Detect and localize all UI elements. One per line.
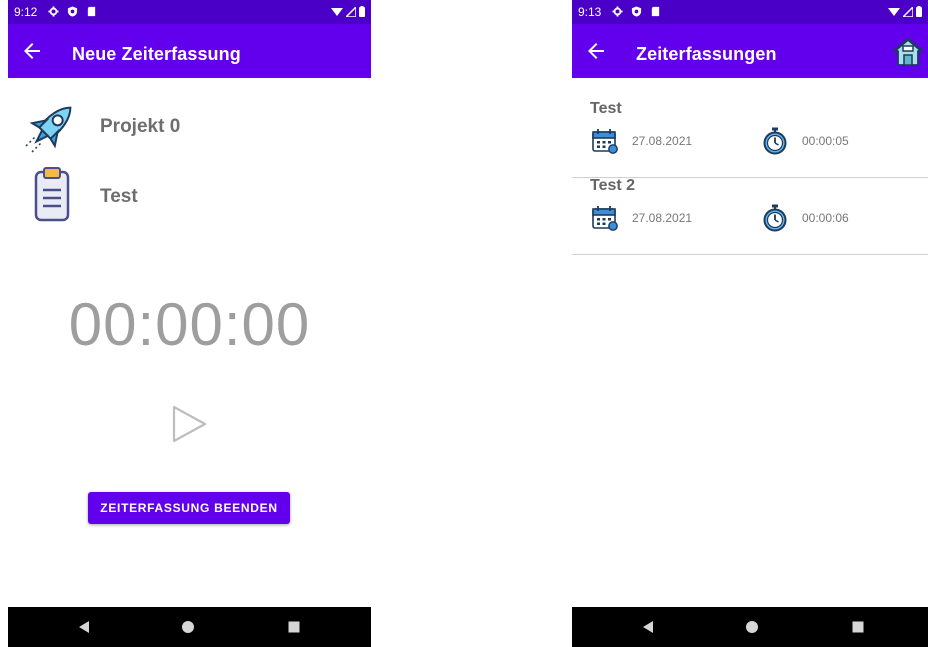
project-label: Projekt 0 (100, 116, 181, 137)
entry-title: Test (590, 100, 622, 117)
entry-title: Test 2 (590, 177, 636, 194)
status-time: 9:12 (14, 5, 38, 19)
sd-card-status-icon (86, 6, 97, 17)
entry-date: 27.08.2021 (632, 211, 693, 225)
rocket-icon (22, 96, 82, 156)
signal-status-icon (901, 5, 914, 20)
nav-back-icon[interactable] (64, 607, 104, 647)
status-bar: 9:12 (8, 0, 371, 24)
play-icon[interactable] (170, 404, 208, 444)
app-bar: Neue Zeiterfassung (8, 24, 371, 78)
end-time-entry-button[interactable]: ZEITERFASSUNG BEENDEN (88, 492, 290, 524)
page-title: Zeiterfassungen (636, 44, 777, 64)
calendar-icon (592, 205, 618, 231)
status-time: 9:13 (578, 5, 602, 19)
nav-recents-icon[interactable] (838, 607, 878, 647)
battery-status-icon (359, 6, 365, 20)
status-bar: 9:13 (572, 0, 928, 24)
settings-status-icon (48, 6, 59, 17)
signal-status-icon (344, 5, 357, 20)
shield-status-icon (631, 6, 642, 17)
nav-home-icon[interactable] (168, 607, 208, 647)
app-bar: Zeiterfassungen (572, 24, 928, 78)
time-entries-screen: 9:13 Zeiterfassungen Test 27.08.2021 00:… (572, 0, 928, 647)
nav-home-icon[interactable] (732, 607, 772, 647)
entry-duration: 00:00:05 (802, 134, 849, 148)
entry-duration: 00:00:06 (802, 211, 849, 225)
home-icon[interactable] (892, 36, 924, 68)
wifi-status-icon (331, 6, 343, 20)
wifi-status-icon (888, 6, 900, 20)
settings-status-icon (612, 6, 623, 17)
nav-back-icon[interactable] (628, 607, 668, 647)
entry-date: 27.08.2021 (632, 134, 693, 148)
shield-status-icon (67, 6, 78, 17)
task-label: Test (100, 186, 138, 207)
stopwatch-icon (762, 204, 788, 232)
sd-card-status-icon (650, 6, 661, 17)
task-row: Test (8, 166, 371, 226)
arrow-left-icon[interactable] (20, 39, 44, 63)
system-nav-bar (572, 607, 928, 647)
stopwatch-icon (762, 127, 788, 155)
list-item[interactable]: Test 27.08.2021 00:00:05 (572, 100, 928, 178)
page-title: Neue Zeiterfassung (72, 44, 241, 64)
arrow-left-icon[interactable] (584, 39, 608, 63)
calendar-icon (592, 128, 618, 154)
clipboard-icon (22, 166, 82, 226)
list-item[interactable]: Test 2 27.08.2021 00:00:06 (572, 177, 928, 255)
battery-status-icon (916, 6, 922, 20)
timer-display: 00:00:00 (68, 291, 311, 358)
project-row: Projekt 0 (8, 96, 371, 156)
system-nav-bar (8, 607, 371, 647)
new-time-entry-screen: 9:12 Neue Zeiterfassung Projekt 0 Test 0… (8, 0, 371, 647)
nav-recents-icon[interactable] (274, 607, 314, 647)
